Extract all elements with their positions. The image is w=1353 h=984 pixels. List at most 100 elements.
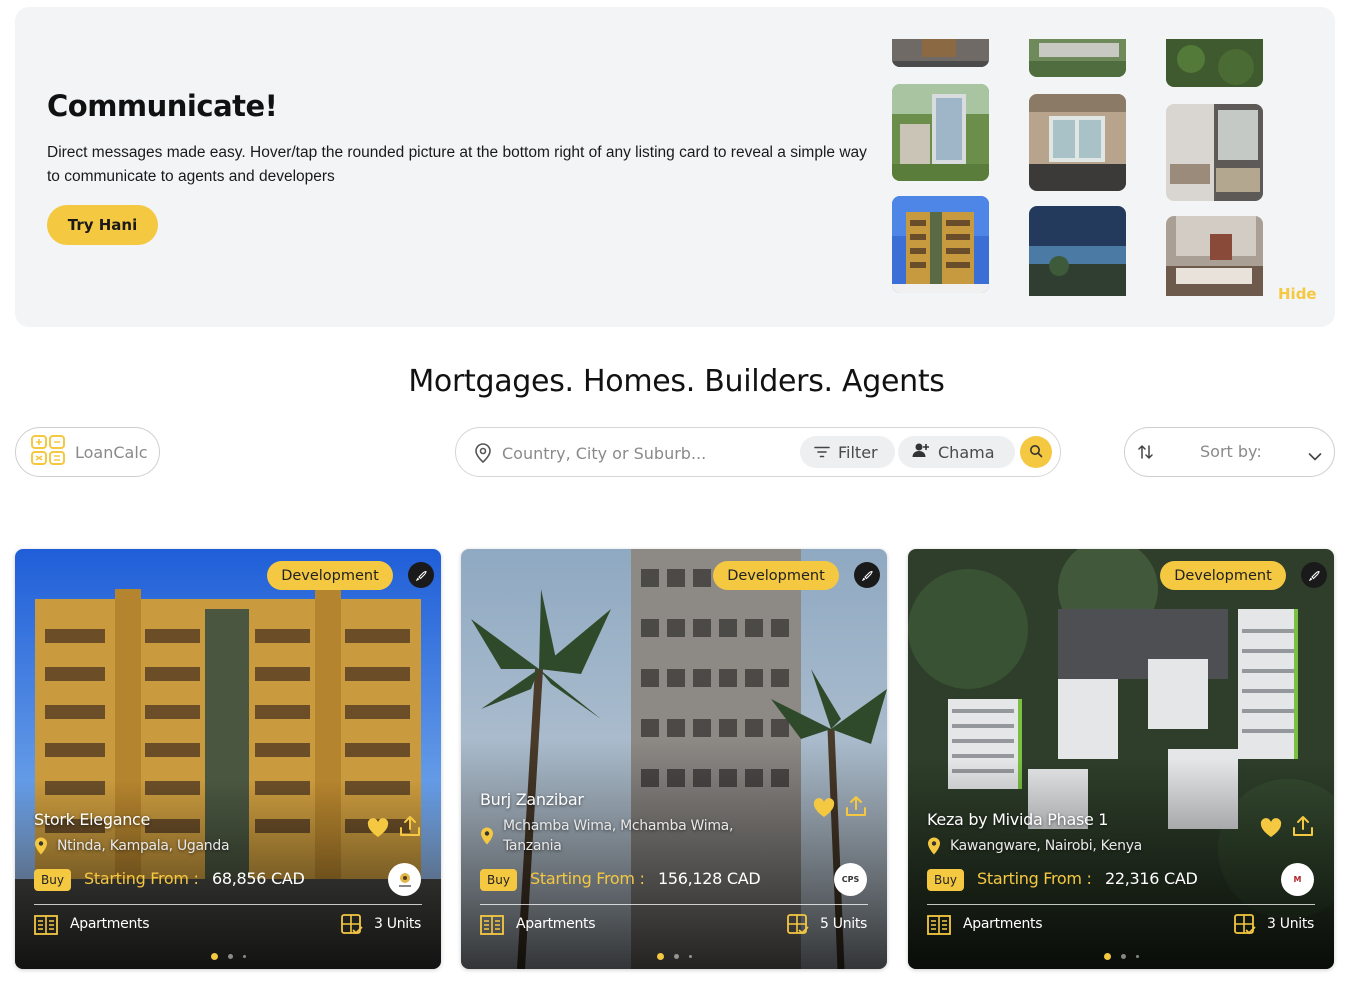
units-grid-icon [787,914,809,940]
carousel-dot[interactable] [1120,954,1126,959]
property-type: Apartments [70,916,150,932]
carousel-dots [15,953,441,960]
location-pin-icon [927,837,941,859]
filter-label: Filter [838,442,878,462]
agent-avatar[interactable] [388,863,421,896]
listing-photo [908,549,1334,969]
card-divider [34,904,422,905]
sort-by-label: Sort by: [1200,442,1262,461]
units-count: 5 Units [820,916,868,932]
listing-price: 68,856 CAD [212,869,305,888]
carousel-dot[interactable] [673,954,679,959]
rocket-icon [861,570,873,581]
share-button[interactable] [845,795,867,821]
favorite-heart-button[interactable] [367,818,389,842]
favorite-heart-button[interactable] [1260,818,1282,842]
page-headline: Mortgages. Homes. Builders. Agents [408,364,945,399]
search-icon [1029,443,1043,462]
building-icon [34,915,58,939]
agent-avatar[interactable]: M [1281,863,1314,896]
property-type: Apartments [516,916,596,932]
banner-thumbnail [1029,39,1126,77]
developer-logo-icon [398,872,411,887]
starting-from-label: Starting From : [530,869,645,888]
card-divider [927,904,1315,905]
listing-card[interactable]: Development Keza by Mivida Phase 1 Kawan… [908,549,1334,969]
share-icon [846,796,866,816]
development-badge: Development [713,561,839,590]
card-divider [480,904,868,905]
building-icon [927,915,951,939]
share-button[interactable] [399,815,421,841]
boost-rocket-button[interactable] [1301,562,1327,588]
filter-button[interactable]: Filter [800,436,895,468]
location-pin-icon [34,837,48,859]
units-grid-icon [1234,914,1256,940]
listing-location: Kawangware, Nairobi, Kenya [950,838,1142,854]
listing-card[interactable]: Development Burj Zanzibar Mchamba Wima, … [461,549,887,969]
listing-title[interactable]: Burj Zanzibar [480,790,584,809]
banner-thumbnail [1029,94,1126,191]
try-hani-button[interactable]: Try Hani [47,205,158,245]
starting-from-label: Starting From : [977,869,1092,888]
chama-button[interactable]: Chama [898,436,1015,468]
units-grid-icon [341,914,363,940]
location-pin-icon [474,443,492,467]
listing-location: Mchamba Wima, Mchamba Wima, Tanzania [503,818,734,854]
agent-avatar[interactable]: CPS [834,863,867,896]
listing-title[interactable]: Keza by Mivida Phase 1 [927,810,1109,829]
listing-card[interactable]: Development Stork Elegance Ntinda, Kampa… [15,549,441,969]
listing-photo [15,549,441,969]
heart-icon [1260,818,1282,837]
carousel-dots [461,953,887,960]
carousel-dot[interactable] [1103,953,1111,960]
banner-thumbnail [1166,216,1263,296]
starting-from-label: Starting From : [84,869,199,888]
building-icon [480,915,504,939]
listing-price: 22,316 CAD [1105,869,1198,888]
hide-banner-link[interactable]: Hide [1278,285,1317,303]
rocket-icon [415,570,427,581]
search-button[interactable] [1020,436,1052,468]
carousel-dot[interactable] [1135,955,1139,958]
banner-thumbnail [1166,104,1263,201]
carousel-dot[interactable] [242,955,246,958]
promo-banner: Communicate! Direct messages made easy. … [15,7,1335,327]
property-type: Apartments [963,916,1043,932]
banner-thumbnail [1166,39,1263,87]
sort-arrows-icon [1137,443,1155,465]
buy-badge: Buy [34,869,71,891]
loancalc-button[interactable]: LoanCalc [15,427,160,477]
listing-title[interactable]: Stork Elegance [34,810,150,829]
heart-icon [367,818,389,837]
rocket-icon [1308,570,1320,581]
favorite-heart-button[interactable] [813,798,835,822]
add-user-icon [912,442,930,462]
units-count: 3 Units [1267,916,1315,932]
carousel-dot[interactable] [688,955,692,958]
share-button[interactable] [1292,815,1314,841]
buy-badge: Buy [480,869,517,891]
banner-thumbnail [892,39,989,67]
listing-price: 156,128 CAD [658,869,761,888]
sort-by-select[interactable]: Sort by: [1124,427,1335,477]
listing-location: Ntinda, Kampala, Uganda [57,838,230,854]
listing-photo [461,549,887,969]
banner-description: Direct messages made easy. Hover/tap the… [47,144,867,185]
heart-icon [813,798,835,817]
carousel-dot[interactable] [656,953,664,960]
search-input[interactable] [502,441,792,465]
location-pin-icon [480,827,494,849]
banner-thumbnail [892,196,989,293]
banner-title: Communicate! [47,89,278,123]
banner-thumbnail [1029,206,1126,303]
banner-thumbnail [892,84,989,181]
development-badge: Development [1160,561,1286,590]
carousel-dot[interactable] [227,954,233,959]
chevron-down-icon [1308,447,1322,466]
boost-rocket-button[interactable] [408,562,434,588]
calculator-icon [31,435,65,469]
carousel-dots [908,953,1334,960]
boost-rocket-button[interactable] [854,562,880,588]
carousel-dot[interactable] [210,953,218,960]
